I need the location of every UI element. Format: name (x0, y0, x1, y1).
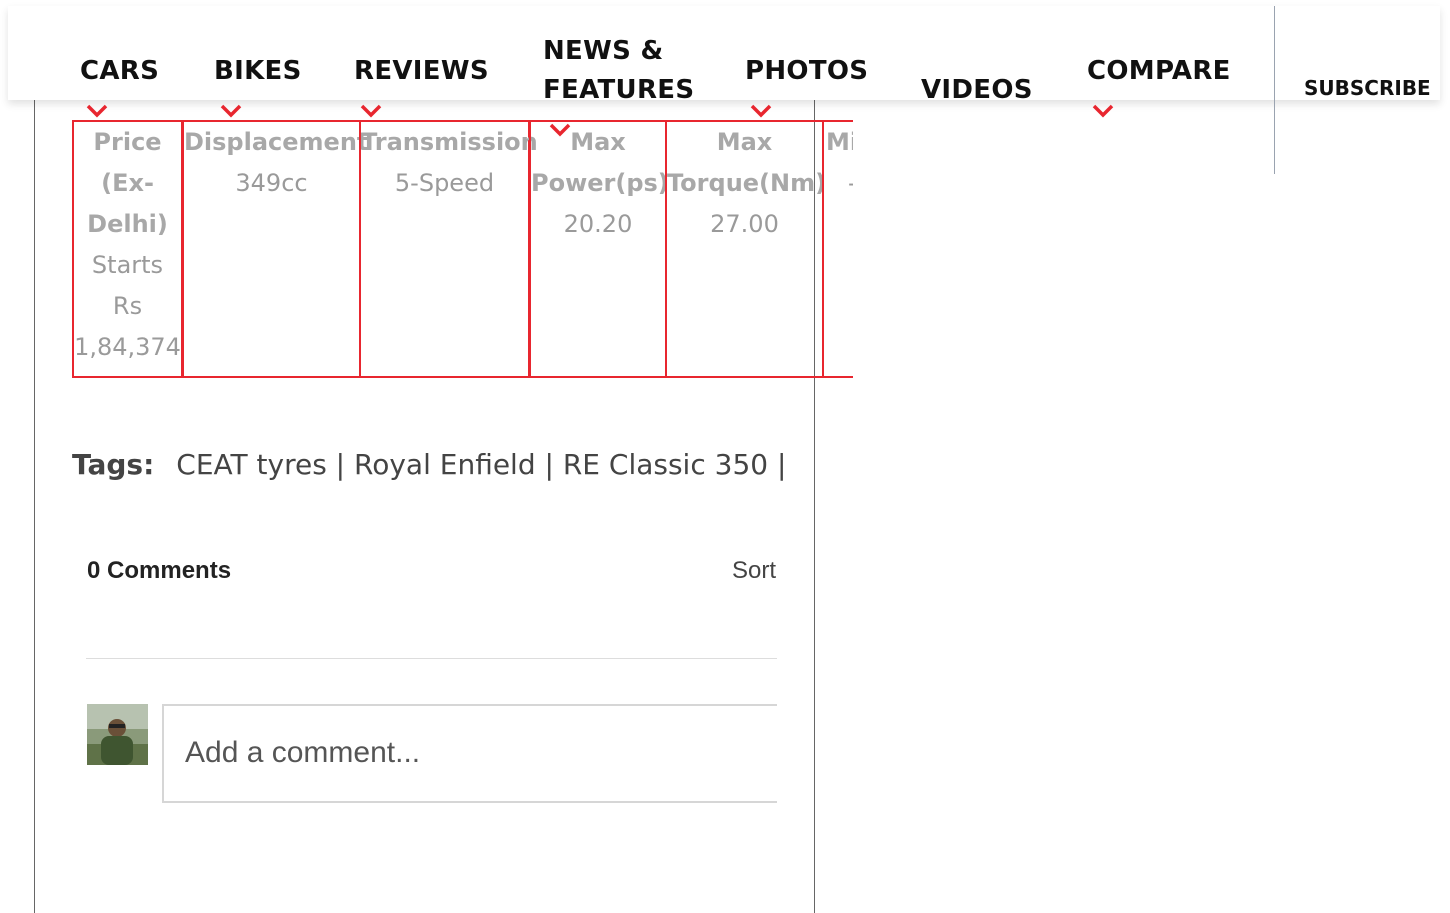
spec-value: 5-Speed (394, 169, 495, 197)
spec-cell-mileage: Mi - (822, 120, 853, 378)
news-chevron-down-icon[interactable] (549, 123, 571, 137)
nav-compare[interactable]: COMPARE (1087, 52, 1231, 90)
spec-cell-price: Price (Ex- Delhi) Starts Rs 1,84,374 (72, 120, 183, 378)
spec-table: Price (Ex- Delhi) Starts Rs 1,84,374 Dis… (72, 120, 853, 382)
cars-chevron-down-icon[interactable] (86, 104, 108, 118)
spec-label: Power(ps) (531, 169, 669, 197)
nav-news-line2[interactable]: FEATURES (543, 71, 694, 109)
spec-cell-max-torque: Max Torque(Nm) 27.00 (665, 120, 827, 378)
comments-divider (86, 658, 777, 659)
sort-dropdown[interactable]: Sort (732, 557, 777, 585)
avatar (87, 704, 148, 765)
tags-links[interactable]: CEAT tyres | Royal Enfield | RE Classic … (176, 448, 786, 481)
nav-reviews[interactable]: REVIEWS (354, 52, 489, 90)
spec-cell-displacement: Displacement 349cc (182, 120, 369, 378)
spec-value: - (826, 163, 853, 204)
bikes-chevron-down-icon[interactable] (220, 104, 242, 118)
user-avatar-icon (87, 704, 148, 765)
spec-cell-max-power: Max Power(ps) 20.20 (529, 120, 669, 378)
photos-chevron-down-icon[interactable] (750, 104, 772, 118)
nav-news-line1[interactable]: NEWS & (543, 32, 663, 70)
reviews-chevron-down-icon[interactable] (360, 104, 382, 118)
tags-row: Tags: CEAT tyres | Royal Enfield | RE Cla… (72, 448, 786, 481)
spec-label: Displacement (184, 128, 369, 156)
spec-value: Starts (91, 251, 164, 279)
spec-cell-transmission: Transmission 5-Speed (359, 120, 538, 378)
nav-photos[interactable]: PHOTOS (745, 52, 868, 90)
nav-cars[interactable]: CARS (80, 52, 159, 90)
spec-value: Rs (112, 292, 143, 320)
spec-label: Price (93, 128, 162, 156)
subscribe-link[interactable]: SUBSCRIBE (1304, 76, 1431, 100)
tags-label: Tags: (72, 448, 155, 481)
comments-count: 0 Comments (87, 557, 232, 584)
spec-label: Delhi) (87, 210, 168, 238)
nav-bikes[interactable]: BIKES (214, 52, 302, 90)
spec-value: 1,84,374 (74, 333, 181, 361)
nav-videos[interactable]: VIDEOS (921, 71, 1033, 109)
compare-chevron-down-icon[interactable] (1092, 104, 1114, 118)
spec-label: (Ex- (101, 169, 154, 197)
spec-label: Transmission (361, 128, 538, 156)
nav-divider (1274, 6, 1275, 174)
spec-value: 349cc (235, 169, 308, 197)
spec-value: 20.20 (563, 210, 633, 238)
comment-input[interactable]: Add a comment... (162, 704, 777, 803)
spec-value: 27.00 (710, 210, 779, 238)
spec-label: Torque(Nm) (667, 169, 827, 197)
spec-label: Mi (826, 128, 853, 156)
spec-label: Max (716, 128, 773, 156)
article-left-border (34, 100, 35, 913)
top-navigation: CARS BIKES REVIEWS NEWS & FEATURES PHOTO… (8, 6, 1440, 105)
